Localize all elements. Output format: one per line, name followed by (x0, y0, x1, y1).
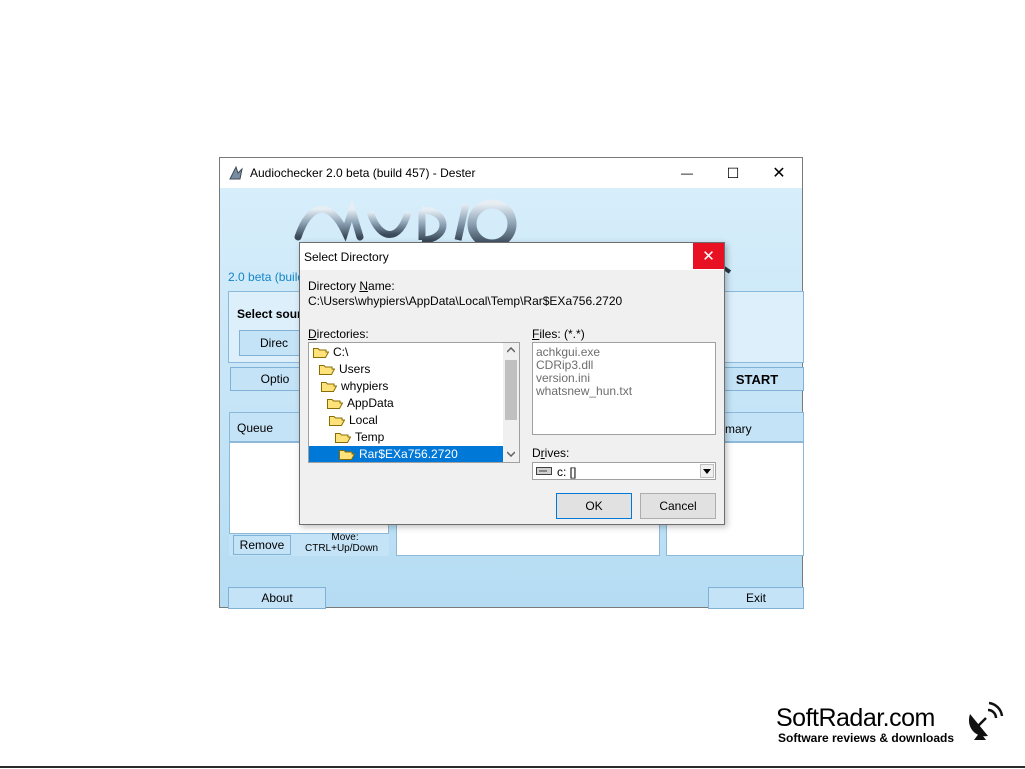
drive-icon (536, 467, 552, 475)
close-icon: ✕ (702, 248, 715, 265)
folder-icon (327, 398, 343, 409)
brand-name: SoftRadar.com (776, 704, 935, 732)
options-button-label: Optio (260, 372, 290, 386)
bottom-border (0, 766, 1025, 768)
directory-item-label: C:\ (333, 345, 349, 359)
dialog-close-button[interactable]: ✕ (693, 243, 724, 269)
directory-item[interactable]: whypiers (321, 378, 388, 394)
dialog-title: Select Directory (304, 250, 389, 264)
directory-item-label: Local (349, 413, 378, 427)
start-button-label: START (735, 371, 779, 387)
scroll-down-icon[interactable] (507, 451, 515, 457)
directories-label: Directories: (308, 327, 369, 341)
drives-select[interactable]: c: [] (532, 462, 716, 480)
ok-button-label: OK (585, 499, 603, 513)
directory-item[interactable]: Users (319, 361, 370, 377)
folder-icon (329, 415, 345, 426)
directory-item[interactable]: AppData (327, 395, 394, 411)
maximize-button[interactable]: ☐ (710, 158, 756, 188)
files-items: achkgui.exe CDRip3.dll version.ini whatsnew… (533, 343, 715, 434)
file-item[interactable]: version.ini (536, 371, 590, 385)
move-hint-line2: CTRL+Up/Down (305, 543, 379, 554)
select-directory-dialog: Select Directory ✕ Directory Name: C:\Us… (299, 242, 725, 525)
directories-items: C:\ Users whypiers AppData Local Temp Rar$EXa7… (309, 343, 503, 462)
exit-button-label: Exit (745, 591, 766, 605)
directory-item[interactable]: Local (329, 412, 378, 428)
directory-item-label: AppData (347, 396, 394, 410)
remove-button-label: Remove (239, 538, 285, 552)
folder-open-icon (339, 449, 355, 460)
satellite-dish-icon (968, 701, 1004, 740)
directory-item-label: Temp (355, 430, 385, 444)
drives-dropdown-button[interactable] (700, 464, 714, 478)
folder-icon (335, 432, 351, 443)
directory-item[interactable]: C:\ (313, 344, 348, 360)
files-list[interactable]: achkgui.exe CDRip3.dll version.ini whatsnew… (532, 342, 716, 435)
close-button[interactable]: ✕ (756, 158, 802, 188)
scroll-thumb[interactable] (505, 360, 517, 420)
close-icon: ✕ (772, 165, 786, 182)
exit-button[interactable]: Exit (708, 587, 804, 609)
directory-item-label: Users (339, 362, 371, 376)
drives-label: Drives: (532, 446, 570, 460)
main-titlebar[interactable]: Audiochecker 2.0 beta (build 457) - Dest… (220, 158, 802, 188)
brand-tagline: Software reviews & downloads (778, 731, 955, 745)
chevron-down-icon (703, 469, 711, 474)
queue-label: Queue (237, 421, 274, 435)
folder-icon (319, 364, 335, 375)
select-source-label: Select sour (237, 307, 302, 321)
about-button-label: About (261, 591, 293, 605)
folder-icon (313, 347, 329, 358)
main-window-title: Audiochecker 2.0 beta (build 457) - Dest… (250, 166, 476, 180)
move-hint-line1: Move: (331, 532, 359, 543)
minimize-button[interactable]: — (664, 158, 710, 188)
maximize-icon: ☐ (726, 164, 740, 181)
dialog-titlebar[interactable]: Select Directory ✕ (300, 243, 724, 270)
about-button[interactable]: About (228, 587, 326, 609)
folder-icon (321, 381, 337, 392)
files-label: Files: (*.*) (532, 327, 585, 341)
version-text: 2.0 beta (build (228, 270, 305, 284)
remove-button[interactable]: Remove (233, 535, 291, 555)
directory-item[interactable]: Temp (335, 429, 384, 445)
directory-item-label: Rar$EXa756.2720 (359, 447, 458, 461)
drive-value: c: [] (557, 465, 577, 479)
queue-footer: Remove Move: CTRL+Up/Down (229, 532, 389, 556)
directory-item[interactable]: Rar$EXa756.2720 (309, 446, 503, 462)
file-item[interactable]: CDRip3.dll (536, 358, 593, 372)
directories-scrollbar[interactable] (503, 343, 519, 462)
ok-button[interactable]: OK (556, 493, 632, 519)
minimize-icon: — (681, 166, 693, 180)
app-icon (229, 165, 243, 180)
file-item[interactable]: whatsnew_hun.txt (536, 384, 632, 398)
cancel-button-label: Cancel (659, 499, 697, 513)
scroll-up-icon[interactable] (507, 347, 515, 353)
cancel-button[interactable]: Cancel (640, 493, 716, 519)
directory-item-label: whypiers (341, 379, 389, 393)
directory-path: C:\Users\whypiers\AppData\Local\Temp\Rar… (308, 294, 623, 308)
directories-list[interactable]: C:\ Users whypiers AppData Local Temp Rar$EXa7… (308, 342, 520, 463)
directory-name-label: Directory Name: (308, 279, 395, 293)
file-item[interactable]: achkgui.exe (536, 345, 600, 359)
directory-button-label: Direc (259, 336, 288, 350)
